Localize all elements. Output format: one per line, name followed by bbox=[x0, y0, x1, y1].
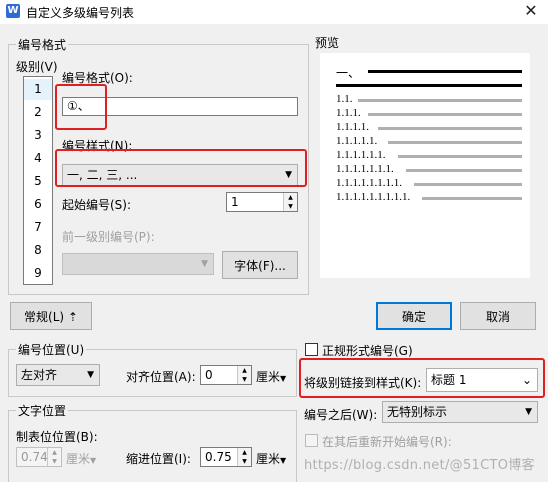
start-stepper[interactable]: 1 ▲ ▼ bbox=[226, 192, 298, 212]
preview-line: 1.1. bbox=[336, 93, 353, 105]
indent-stepper[interactable]: 0.75 ▲ ▼ bbox=[200, 447, 252, 467]
chevron-down-icon: ▼ bbox=[90, 456, 97, 465]
level-item[interactable]: 4 bbox=[24, 148, 52, 169]
chevron-down-icon: ▼ bbox=[280, 374, 287, 383]
level-item[interactable]: 9 bbox=[24, 263, 52, 284]
preview-line: 1.1.1.1.1.1. bbox=[336, 149, 386, 161]
preview-panel: 一、 1.1. 1.1.1. 1.1.1.1. 1.1.1.1.1. 1.1.1… bbox=[320, 53, 530, 278]
spin-up-icon[interactable]: ▲ bbox=[237, 366, 251, 375]
indent-unit-select[interactable]: 厘米▼ bbox=[256, 450, 286, 467]
align-select[interactable]: 左对齐 ▼ bbox=[16, 364, 100, 386]
align-unit-select[interactable]: 厘米▼ bbox=[256, 368, 286, 385]
preview-bar bbox=[368, 113, 522, 116]
legal-label: 正规形式编号(G) bbox=[322, 344, 413, 358]
text-position-group-label: 文字位置 bbox=[16, 402, 69, 419]
tab-unit-select: 厘米▼ bbox=[66, 450, 96, 467]
indent-unit: 厘米 bbox=[256, 452, 281, 466]
group-frame-bottom bbox=[8, 396, 297, 397]
chevron-down-icon: ▼ bbox=[87, 370, 94, 380]
spin-up-icon[interactable]: ▲ bbox=[283, 193, 297, 202]
indent-label: 缩进位置(I): bbox=[126, 452, 191, 466]
start-label: 起始编号(S): bbox=[62, 198, 132, 212]
tab-unit: 厘米 bbox=[66, 452, 91, 466]
annotation-box bbox=[55, 84, 107, 130]
tab-pos-stepper: 0.74 ▲ ▼ bbox=[16, 447, 62, 467]
group-frame-left bbox=[8, 44, 9, 294]
chevron-down-icon: ▼ bbox=[201, 259, 208, 269]
prev-level-label: 前一级别编号(P): bbox=[62, 230, 155, 244]
align-pos-value: 0 bbox=[205, 368, 213, 382]
level-item[interactable]: 8 bbox=[24, 240, 52, 261]
preview-bar bbox=[368, 70, 522, 73]
group-frame-bottom bbox=[8, 294, 309, 295]
preview-bar bbox=[414, 183, 522, 186]
level-item[interactable]: 6 bbox=[24, 194, 52, 215]
annotation-box bbox=[55, 149, 307, 187]
group-frame-left bbox=[8, 410, 9, 482]
annotation-box bbox=[299, 358, 545, 398]
level-item[interactable]: 5 bbox=[24, 171, 52, 192]
spin-down-icon[interactable]: ▼ bbox=[283, 202, 297, 211]
level-item[interactable]: 3 bbox=[24, 125, 52, 146]
ok-button[interactable]: 确定 bbox=[376, 302, 452, 330]
after-value: 无特别标示 bbox=[387, 405, 448, 419]
preview-bar bbox=[378, 127, 522, 130]
watermark-text: https://blog.csdn.net/@51CTO博客 bbox=[304, 458, 535, 473]
preview-bar bbox=[406, 169, 522, 172]
spin-up-icon: ▲ bbox=[47, 448, 61, 457]
after-select[interactable]: 无特别标示 ▼ bbox=[382, 401, 538, 423]
preview-bar bbox=[358, 99, 522, 102]
cancel-button[interactable]: 取消 bbox=[460, 302, 536, 330]
start-value: 1 bbox=[231, 195, 239, 209]
group-frame-right bbox=[296, 349, 297, 396]
level-item[interactable]: 7 bbox=[24, 217, 52, 238]
preview-bar bbox=[336, 84, 522, 87]
preview-line: 1.1.1.1.1.1.1.1.1. bbox=[336, 191, 411, 203]
level-list[interactable]: 1 2 3 4 5 6 7 8 9 bbox=[23, 76, 53, 285]
preview-bar bbox=[388, 141, 522, 144]
expand-icon: ⇡ bbox=[67, 310, 78, 324]
position-group-label: 编号位置(U) bbox=[16, 341, 87, 358]
chevron-down-icon: ▼ bbox=[280, 456, 287, 465]
align-unit: 厘米 bbox=[256, 370, 281, 384]
restart-label: 在其后重新开始编号(R): bbox=[322, 435, 452, 449]
spin-up-icon[interactable]: ▲ bbox=[237, 448, 251, 457]
indent-value: 0.75 bbox=[205, 450, 232, 464]
spin-down-icon[interactable]: ▼ bbox=[237, 457, 251, 466]
font-button[interactable]: 字体(F)... bbox=[222, 251, 298, 279]
prev-level-select: ▼ bbox=[62, 253, 214, 275]
window-title: 自定义多级编号列表 bbox=[26, 6, 135, 20]
group-frame-right bbox=[296, 410, 297, 482]
close-icon[interactable]: ✕ bbox=[520, 1, 542, 21]
level-item[interactable]: 2 bbox=[24, 102, 52, 123]
preview-line: 1.1.1.1. bbox=[336, 121, 369, 133]
normal-button-label: 常规(L) bbox=[24, 310, 65, 324]
spin-down-icon: ▼ bbox=[47, 457, 61, 466]
preview-line: 1.1.1.1.1.1.1. bbox=[336, 163, 394, 175]
after-label: 编号之后(W): bbox=[304, 408, 378, 422]
level-item[interactable]: 1 bbox=[24, 79, 52, 100]
spin-down-icon[interactable]: ▼ bbox=[237, 375, 251, 384]
preview-bar bbox=[398, 155, 522, 158]
group-frame-left bbox=[8, 349, 9, 396]
align-pos-stepper[interactable]: 0 ▲ ▼ bbox=[200, 365, 252, 385]
legal-checkbox[interactable] bbox=[305, 343, 318, 356]
preview-line: 一、 bbox=[336, 66, 361, 80]
group-frame-right bbox=[308, 44, 309, 294]
level-label: 级别(V) bbox=[16, 60, 58, 74]
preview-label: 预览 bbox=[313, 34, 342, 51]
tab-pos-label: 制表位位置(B): bbox=[16, 430, 98, 444]
preview-line: 1.1.1. bbox=[336, 107, 361, 119]
preview-bar bbox=[422, 197, 522, 200]
tab-pos-value: 0.74 bbox=[21, 450, 48, 464]
preview-line: 1.1.1.1.1. bbox=[336, 135, 378, 147]
align-value: 左对齐 bbox=[21, 368, 58, 382]
normal-button[interactable]: 常规(L) ⇡ bbox=[10, 302, 92, 330]
restart-checkbox bbox=[305, 434, 318, 447]
chevron-down-icon: ▼ bbox=[525, 407, 532, 417]
align-pos-label: 对齐位置(A): bbox=[126, 370, 196, 384]
preview-line: 1.1.1.1.1.1.1.1. bbox=[336, 177, 402, 189]
numbering-group-label: 编号格式 bbox=[16, 36, 69, 53]
wps-app-icon: W bbox=[6, 4, 20, 18]
